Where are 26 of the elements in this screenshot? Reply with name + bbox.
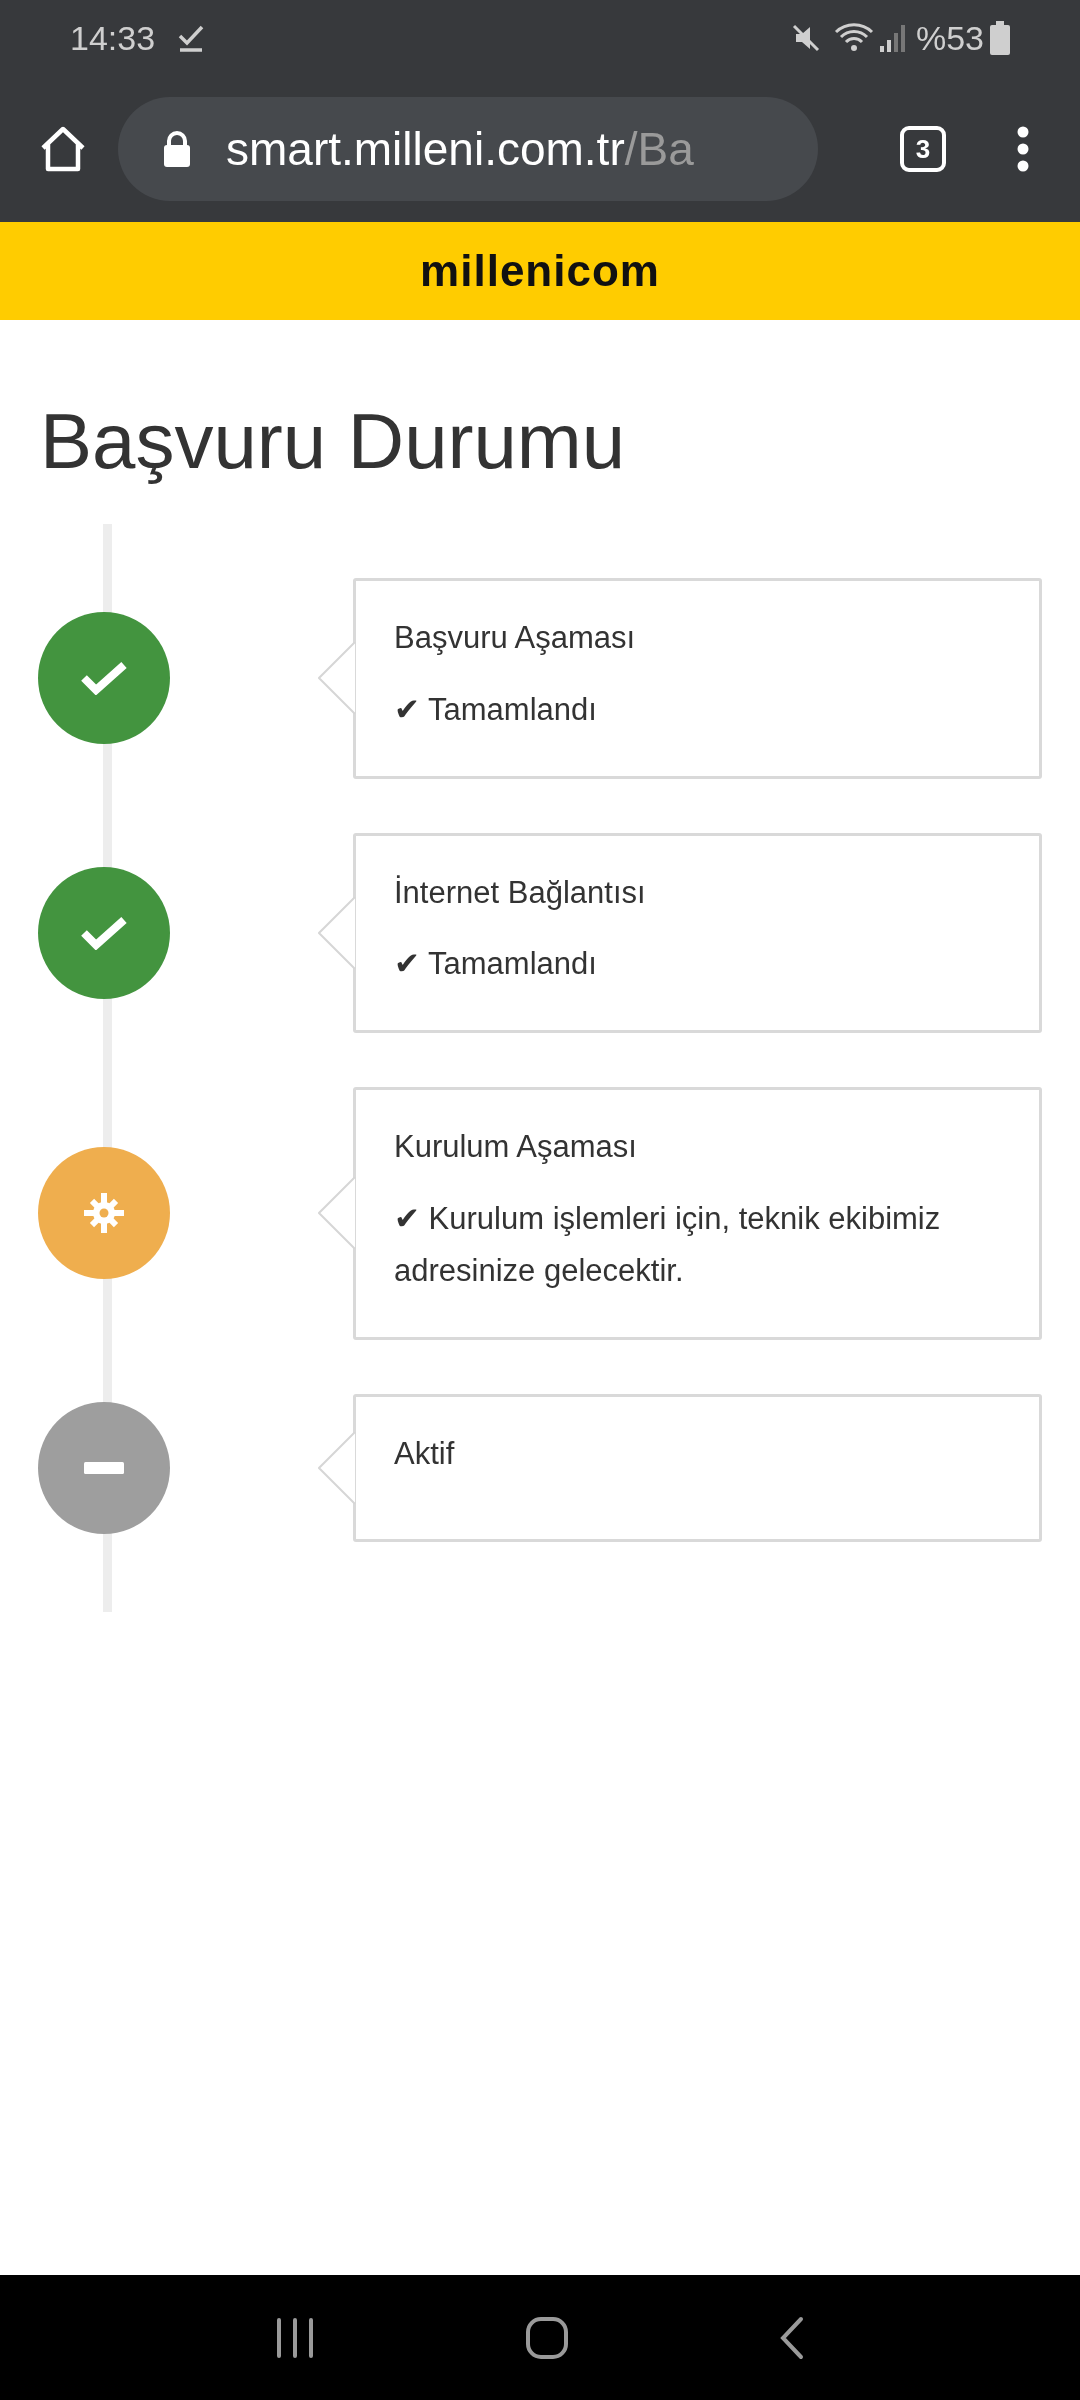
- battery-percent: %53: [915, 17, 984, 59]
- check-icon: [81, 915, 127, 950]
- more-options-icon[interactable]: [1016, 126, 1030, 172]
- step-title: Kurulum Aşaması: [394, 1128, 638, 1166]
- recent-apps-icon[interactable]: [275, 2316, 315, 2359]
- tab-count-button[interactable]: 3: [900, 126, 946, 172]
- step-title: Aktif: [394, 1434, 456, 1473]
- signal-icon: [877, 22, 906, 54]
- step-status: ✔ Tamamlandı: [394, 945, 598, 983]
- check-icon: [177, 24, 206, 52]
- check-icon: [81, 661, 127, 696]
- wifi-icon: [833, 22, 874, 54]
- step-title: İnternet Bağlantısı: [394, 873, 647, 912]
- logo[interactable]: millenicom: [420, 238, 660, 304]
- gear-icon: [83, 1192, 125, 1235]
- step-title: Başvuru Aşaması: [394, 619, 637, 657]
- back-icon[interactable]: [779, 2315, 805, 2360]
- minus-icon: [84, 1461, 124, 1474]
- url-text: smart.milleni.com.tr/Ba: [226, 121, 694, 177]
- address-bar[interactable]: smart.milleni.com.tr/Ba: [118, 97, 818, 201]
- step-status: ✔ Kurulum işlemleri için, teknik ekibimiz adresinize gelecektir.: [394, 1199, 942, 1290]
- home-button-icon[interactable]: [525, 2315, 569, 2360]
- step-status: ✔ Tamamlandı: [394, 690, 598, 729]
- lock-icon: [162, 130, 192, 168]
- clock-time: 14:33: [70, 17, 156, 59]
- battery-icon: [990, 21, 1010, 55]
